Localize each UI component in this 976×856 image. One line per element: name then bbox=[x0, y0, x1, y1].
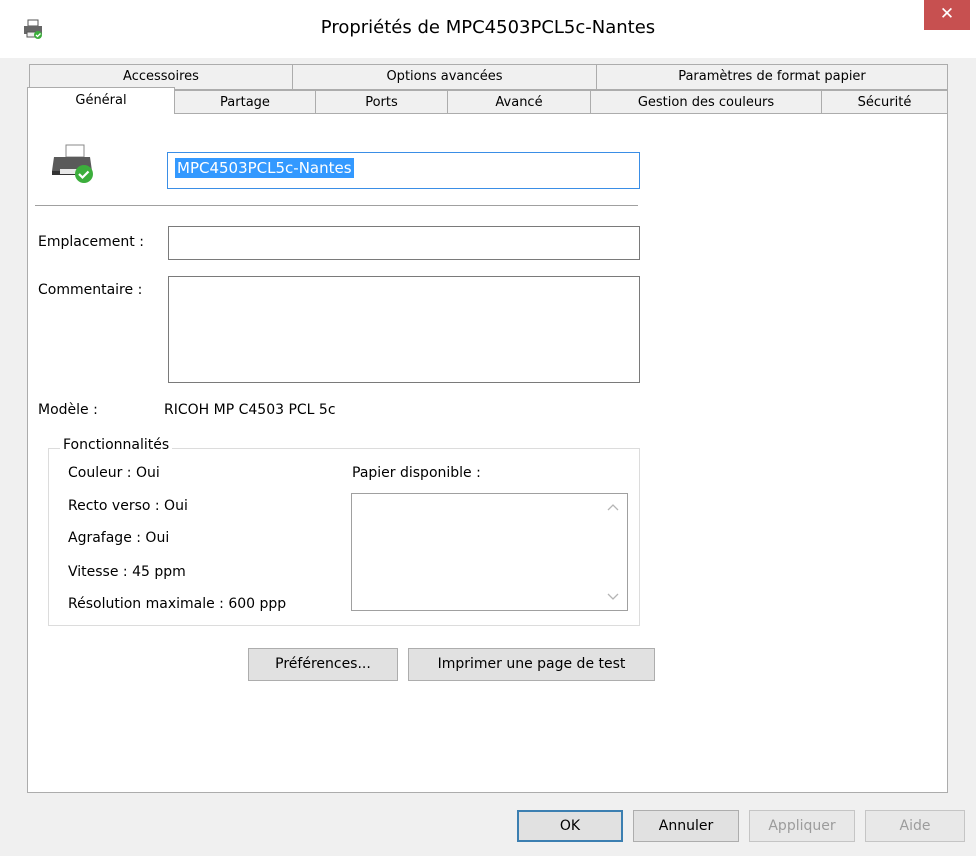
tab-label: Avancé bbox=[495, 95, 543, 110]
scroll-down-icon[interactable] bbox=[607, 592, 619, 602]
location-input[interactable] bbox=[168, 226, 640, 260]
tab-label: Gestion des couleurs bbox=[637, 95, 775, 110]
tab-label: Sécurité bbox=[857, 95, 912, 110]
ok-button[interactable]: OK bbox=[517, 810, 623, 842]
feature-color: Couleur : Oui bbox=[68, 465, 160, 481]
feature-resolution: Résolution maximale : 600 ppp bbox=[68, 596, 287, 612]
tab-general[interactable]: Général bbox=[27, 87, 175, 114]
comment-input[interactable] bbox=[168, 276, 640, 383]
tab-label: Partage bbox=[220, 95, 270, 110]
tab-label: Paramètres de format papier bbox=[678, 69, 866, 84]
tab-label: Ports bbox=[365, 95, 398, 110]
tab-label: Accessoires bbox=[123, 69, 199, 84]
model-label: Modèle : bbox=[38, 402, 98, 418]
scroll-up-icon[interactable] bbox=[607, 502, 619, 512]
features-title: Fonctionnalités bbox=[60, 437, 173, 453]
print-test-page-button[interactable]: Imprimer une page de test bbox=[408, 648, 655, 681]
location-label: Emplacement : bbox=[38, 234, 144, 250]
printer-name-value: MPC4503PCL5c-Nantes bbox=[175, 158, 354, 178]
feature-speed: Vitesse : 45 ppm bbox=[68, 564, 186, 580]
cancel-button[interactable]: Annuler bbox=[633, 810, 739, 842]
feature-staple: Agrafage : Oui bbox=[68, 530, 170, 546]
printer-ok-icon bbox=[52, 144, 93, 183]
close-button[interactable]: ✕ bbox=[924, 0, 970, 30]
paper-label: Papier disponible : bbox=[352, 465, 481, 481]
tab-parametres-format-papier[interactable]: Paramètres de format papier bbox=[596, 64, 948, 90]
tab-label: Général bbox=[75, 93, 127, 108]
close-icon: ✕ bbox=[939, 4, 955, 24]
model-value: RICOH MP C4503 PCL 5c bbox=[164, 402, 336, 418]
apply-button[interactable]: Appliquer bbox=[749, 810, 855, 842]
tab-options-avancees[interactable]: Options avancées bbox=[292, 64, 597, 90]
title-bar: Propriétés de MPC4503PCL5c-Nantes ✕ bbox=[0, 0, 976, 58]
feature-duplex: Recto verso : Oui bbox=[68, 498, 188, 514]
preferences-button[interactable]: Préférences... bbox=[248, 648, 398, 681]
comment-label: Commentaire : bbox=[38, 282, 143, 298]
help-button[interactable]: Aide bbox=[865, 810, 965, 842]
window-title: Propriétés de MPC4503PCL5c-Nantes bbox=[320, 17, 656, 38]
paper-listbox[interactable] bbox=[351, 493, 628, 611]
tab-label: Options avancées bbox=[386, 69, 503, 84]
separator bbox=[35, 205, 638, 206]
